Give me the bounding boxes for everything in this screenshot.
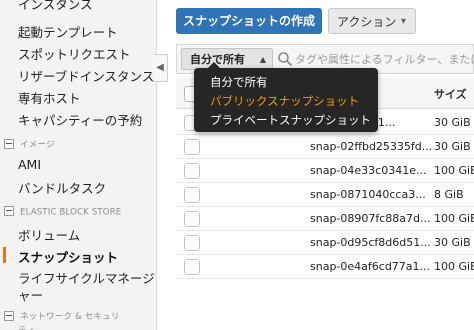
- actions-button-label: アクション: [337, 15, 397, 29]
- snapshot-id: snap-08907fc88a7d...: [310, 212, 431, 225]
- snapshot-size: 8 GiB: [434, 188, 464, 201]
- snapshot-id: snap-0e4af6cd77a1...: [310, 260, 431, 273]
- snapshot-size: 30 GiB: [434, 116, 471, 129]
- section-images[interactable]: イメージ: [4, 138, 55, 150]
- sidebar-item-volumes[interactable]: ボリューム: [18, 225, 80, 244]
- search-input[interactable]: [295, 48, 473, 70]
- sidebar: インスタンス 起動テンプレート スポットリクエスト リザーブドインスタンス 専有…: [0, 0, 157, 330]
- snapshot-size: 30 GiB: [434, 236, 471, 249]
- snapshot-id: snap-02ffbd25335fd...: [310, 140, 433, 153]
- snapshot-id: snap-04e33c0341e...: [310, 164, 427, 177]
- row-checkbox[interactable]: [184, 163, 200, 179]
- row-checkbox[interactable]: [184, 187, 200, 203]
- sidebar-item-launch-templates[interactable]: 起動テンプレート: [18, 22, 118, 41]
- sidebar-item-bundle-tasks[interactable]: バンドルタスク: [18, 178, 106, 197]
- table-row[interactable]: snap-0d95cf8d6d51... 30 GiB: [176, 231, 474, 255]
- row-checkbox[interactable]: [184, 259, 200, 275]
- menu-item-public-snapshots[interactable]: パブリックスナップショット: [210, 93, 359, 109]
- chevron-down-icon: ▾: [400, 16, 406, 27]
- create-snapshot-button[interactable]: スナップショットの作成: [176, 8, 322, 34]
- snapshot-size: 100 GiB: [434, 260, 474, 273]
- collapse-icon[interactable]: [4, 138, 14, 149]
- table-row[interactable]: snap-02ffbd25335fd... 30 GiB: [176, 135, 474, 159]
- snapshot-size: 30 GiB: [434, 140, 471, 153]
- sidebar-item-ami[interactable]: AMI: [18, 157, 41, 172]
- section-ebs-label: ELASTIC BLOCK STORE: [20, 207, 122, 218]
- section-network-cont: ティ: [18, 324, 35, 330]
- row-checkbox[interactable]: [184, 211, 200, 227]
- table-row[interactable]: snap-08907fc88a7d... 100 GiB: [176, 207, 474, 231]
- table-row[interactable]: snap-0e4af6cd77a1... 100 GiB: [176, 255, 474, 279]
- owner-filter-menu: 自分で所有 パブリックスナップショット プライベートスナップショット: [194, 62, 378, 132]
- owner-filter-dropdown[interactable]: 自分で所有 ▲: [181, 48, 273, 70]
- sidebar-collapse-icon[interactable]: ◀: [153, 54, 168, 82]
- column-header-size[interactable]: サイズ: [434, 86, 467, 102]
- section-images-label: イメージ: [20, 140, 55, 150]
- sidebar-item-instances[interactable]: インスタンス: [18, 0, 93, 13]
- section-ebs[interactable]: ELASTIC BLOCK STORE: [4, 206, 122, 218]
- sidebar-item-snapshots[interactable]: スナップショット: [18, 247, 118, 266]
- section-network-label: ネットワーク & セキュリ: [20, 312, 120, 322]
- snapshot-size: 100 GiB: [434, 164, 474, 177]
- actions-button[interactable]: アクション ▾: [328, 8, 416, 34]
- active-indicator: [3, 247, 6, 263]
- snapshot-size: 100 GiB: [434, 212, 474, 225]
- row-checkbox[interactable]: [184, 139, 200, 155]
- snapshot-id: snap-0d95cf8d6d51...: [310, 236, 431, 249]
- collapse-icon[interactable]: [4, 310, 14, 321]
- table-row[interactable]: snap-04e33c0341e... 100 GiB: [176, 159, 474, 183]
- search-icon: [278, 52, 292, 66]
- section-network[interactable]: ネットワーク & セキュリ: [4, 310, 120, 322]
- menu-item-owned-by-me[interactable]: 自分で所有: [210, 74, 268, 90]
- sidebar-item-reserved-instances[interactable]: リザーブドインスタンス: [18, 66, 154, 85]
- sidebar-item-spot-requests[interactable]: スポットリクエスト: [18, 44, 131, 63]
- sidebar-item-dedicated-hosts[interactable]: 専有ホスト: [18, 88, 81, 107]
- main-content: スナップショットの作成 アクション ▾ 自分で所有 ▲ ット ID ▲ サイズ …: [170, 0, 474, 330]
- row-checkbox[interactable]: [184, 235, 200, 251]
- collapse-icon[interactable]: [4, 206, 14, 216]
- menu-item-private-snapshots[interactable]: プライベートスナップショット: [210, 112, 371, 128]
- table-row[interactable]: snap-0871040cca3... 8 GiB: [176, 183, 474, 207]
- sidebar-item-capacity-reservations[interactable]: キャパシティーの予約: [18, 110, 142, 129]
- snapshot-id: snap-0871040cca3...: [310, 188, 426, 201]
- sidebar-item-lifecycle-manager-cont[interactable]: ャー: [18, 285, 43, 304]
